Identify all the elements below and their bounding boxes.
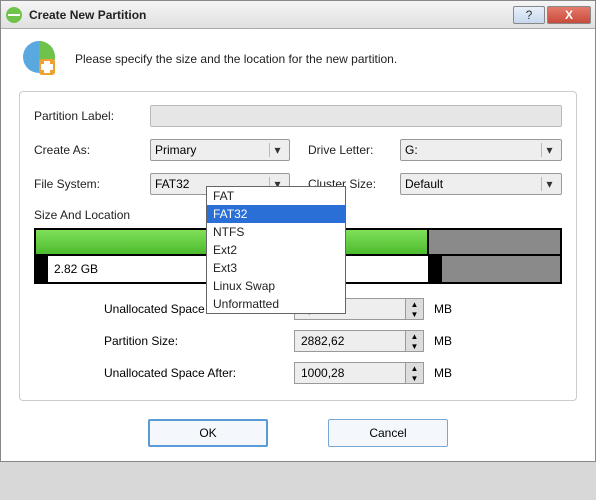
row-partition-size: Partition Size: 2882,62 ▲▼ MB	[34, 330, 562, 352]
file-system-option[interactable]: Ext2	[207, 241, 345, 259]
intro-row: Please specify the size and the location…	[19, 39, 577, 79]
bar-unallocated-right	[440, 256, 560, 282]
spinner-up-icon[interactable]: ▲	[406, 331, 423, 341]
bar-segment-unallocated	[429, 230, 560, 254]
resize-handle-right[interactable]	[428, 256, 440, 282]
spinner-down-icon[interactable]: ▼	[406, 373, 423, 383]
app-icon	[5, 6, 23, 24]
close-button[interactable]: X	[547, 6, 591, 24]
drive-letter-select[interactable]: G: ▾	[400, 139, 562, 161]
file-system-value: FAT32	[155, 177, 189, 191]
file-system-option[interactable]: Linux Swap	[207, 277, 345, 295]
drive-letter-value: G:	[405, 143, 418, 157]
help-button[interactable]: ?	[513, 6, 545, 24]
button-row: OK Cancel	[19, 419, 577, 447]
file-system-option[interactable]: Ext3	[207, 259, 345, 277]
row-space-after: Unallocated Space After: 1000,28 ▲▼ MB	[34, 362, 562, 384]
unit-mb: MB	[434, 366, 452, 380]
spinner-up-icon[interactable]: ▲	[406, 299, 423, 309]
label-space-after: Unallocated Space After:	[104, 366, 294, 380]
create-as-value: Primary	[155, 143, 196, 157]
size-location-section: Size And Location 2.82 GB FATFAT32NTFSEx…	[34, 208, 562, 284]
file-system-option[interactable]: Unformatted	[207, 295, 345, 313]
form-panel: Partition Label: Create As: Primary ▾ Dr…	[19, 91, 577, 401]
spinner-down-icon[interactable]: ▼	[406, 341, 423, 351]
cluster-size-value: Default	[405, 177, 443, 191]
dialog-window: Create New Partition ? X Please specify …	[0, 0, 596, 462]
spinner-up-icon[interactable]: ▲	[406, 363, 423, 373]
titlebar: Create New Partition ? X	[1, 1, 595, 29]
chevron-down-icon: ▾	[541, 143, 557, 157]
space-after-value: 1000,28	[295, 366, 405, 380]
window-title: Create New Partition	[29, 8, 511, 22]
unit-mb: MB	[434, 334, 452, 348]
label-drive-letter: Drive Letter:	[308, 143, 400, 157]
file-system-dropdown[interactable]: FATFAT32NTFSExt2Ext3Linux SwapUnformatte…	[206, 186, 346, 314]
spinner-down-icon[interactable]: ▼	[406, 309, 423, 319]
partition-size-value: 2882,62	[295, 334, 405, 348]
chevron-down-icon: ▾	[269, 143, 285, 157]
dialog-content: Please specify the size and the location…	[1, 29, 595, 461]
row-partition-label: Partition Label:	[34, 104, 562, 128]
chevron-down-icon: ▾	[541, 177, 557, 191]
space-after-input[interactable]: 1000,28 ▲▼	[294, 362, 424, 384]
label-partition-label: Partition Label:	[34, 109, 150, 123]
partition-size-input[interactable]: 2882,62 ▲▼	[294, 330, 424, 352]
file-system-option[interactable]: FAT	[207, 187, 345, 205]
cancel-button[interactable]: Cancel	[328, 419, 448, 447]
file-system-option[interactable]: FAT32	[207, 205, 345, 223]
intro-text: Please specify the size and the location…	[75, 52, 397, 66]
partition-label-input[interactable]	[150, 105, 562, 127]
unit-mb: MB	[434, 302, 452, 316]
label-partition-size: Partition Size:	[104, 334, 294, 348]
label-file-system: File System:	[34, 177, 150, 191]
cluster-size-select[interactable]: Default ▾	[400, 173, 562, 195]
ok-button[interactable]: OK	[148, 419, 268, 447]
row-create-as: Create As: Primary ▾ Drive Letter: G: ▾	[34, 138, 562, 162]
label-create-as: Create As:	[34, 143, 150, 157]
resize-handle-left[interactable]	[36, 256, 48, 282]
create-as-select[interactable]: Primary ▾	[150, 139, 290, 161]
partition-icon	[19, 39, 59, 79]
file-system-option[interactable]: NTFS	[207, 223, 345, 241]
